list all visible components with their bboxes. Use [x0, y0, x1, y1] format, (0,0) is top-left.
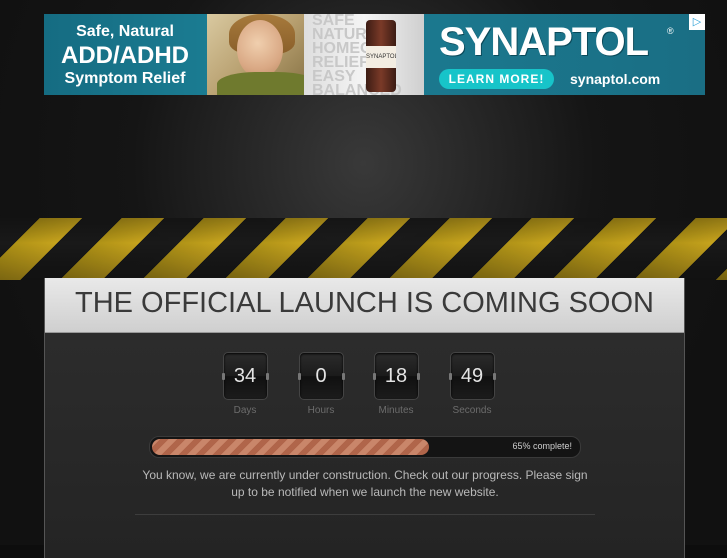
progress-text: 65% complete!: [512, 441, 572, 451]
ad-banner[interactable]: Safe, Natural ADD/ADHD Symptom Relief SA…: [44, 14, 705, 95]
countdown-hours-label: Hours: [307, 405, 335, 416]
ad-bottle-label: SYNAPTOL: [366, 46, 396, 68]
ad-headline: Safe, Natural ADD/ADHD Symptom Relief: [44, 14, 206, 95]
countdown-days-value: 34: [221, 352, 269, 400]
ad-learn-more-button[interactable]: LEARN MORE!: [439, 69, 554, 89]
ad-brand: SYNAPTOL: [439, 20, 649, 64]
countdown-hours: 0 Hours: [296, 352, 346, 416]
description: You know, we are currently under constru…: [142, 468, 588, 499]
countdown: 34 Days 0 Hours 18 Minutes 49 Seconds: [45, 352, 684, 416]
countdown-seconds-label: Seconds: [452, 405, 492, 416]
progress-bar: 65% complete!: [149, 436, 581, 458]
countdown-minutes-label: Minutes: [378, 405, 414, 416]
countdown-days-label: Days: [233, 405, 257, 416]
title-bar: THE OFFICIAL LAUNCH IS COMING SOON: [45, 278, 684, 333]
progress-fill: [152, 439, 429, 455]
ad-url[interactable]: synaptol.com: [570, 71, 660, 87]
countdown-minutes-value: 18: [372, 352, 420, 400]
countdown-minutes: 18 Minutes: [371, 352, 421, 416]
ad-product-bottle: SYNAPTOL: [366, 20, 396, 92]
ad-choices-icon[interactable]: ▷: [689, 14, 705, 30]
ad-background-text: SAFE NATURAL HOMEOP. RELIEF EASY BALANCE…: [304, 14, 424, 95]
ad-line-3: Symptom Relief: [64, 70, 186, 87]
ad-line-2: ADD/ADHD: [61, 42, 189, 69]
countdown-hours-value: 0: [297, 352, 345, 400]
ad-registered-mark: ®: [667, 26, 674, 36]
countdown-seconds: 49 Seconds: [447, 352, 497, 416]
divider: [135, 514, 595, 515]
ad-line-1: Safe, Natural: [76, 23, 174, 40]
launch-panel: THE OFFICIAL LAUNCH IS COMING SOON 34 Da…: [44, 278, 685, 558]
countdown-seconds-value: 49: [448, 352, 496, 400]
hazard-stripes: [0, 218, 727, 280]
countdown-days: 34 Days: [220, 352, 270, 416]
page-title: THE OFFICIAL LAUNCH IS COMING SOON: [75, 287, 654, 319]
